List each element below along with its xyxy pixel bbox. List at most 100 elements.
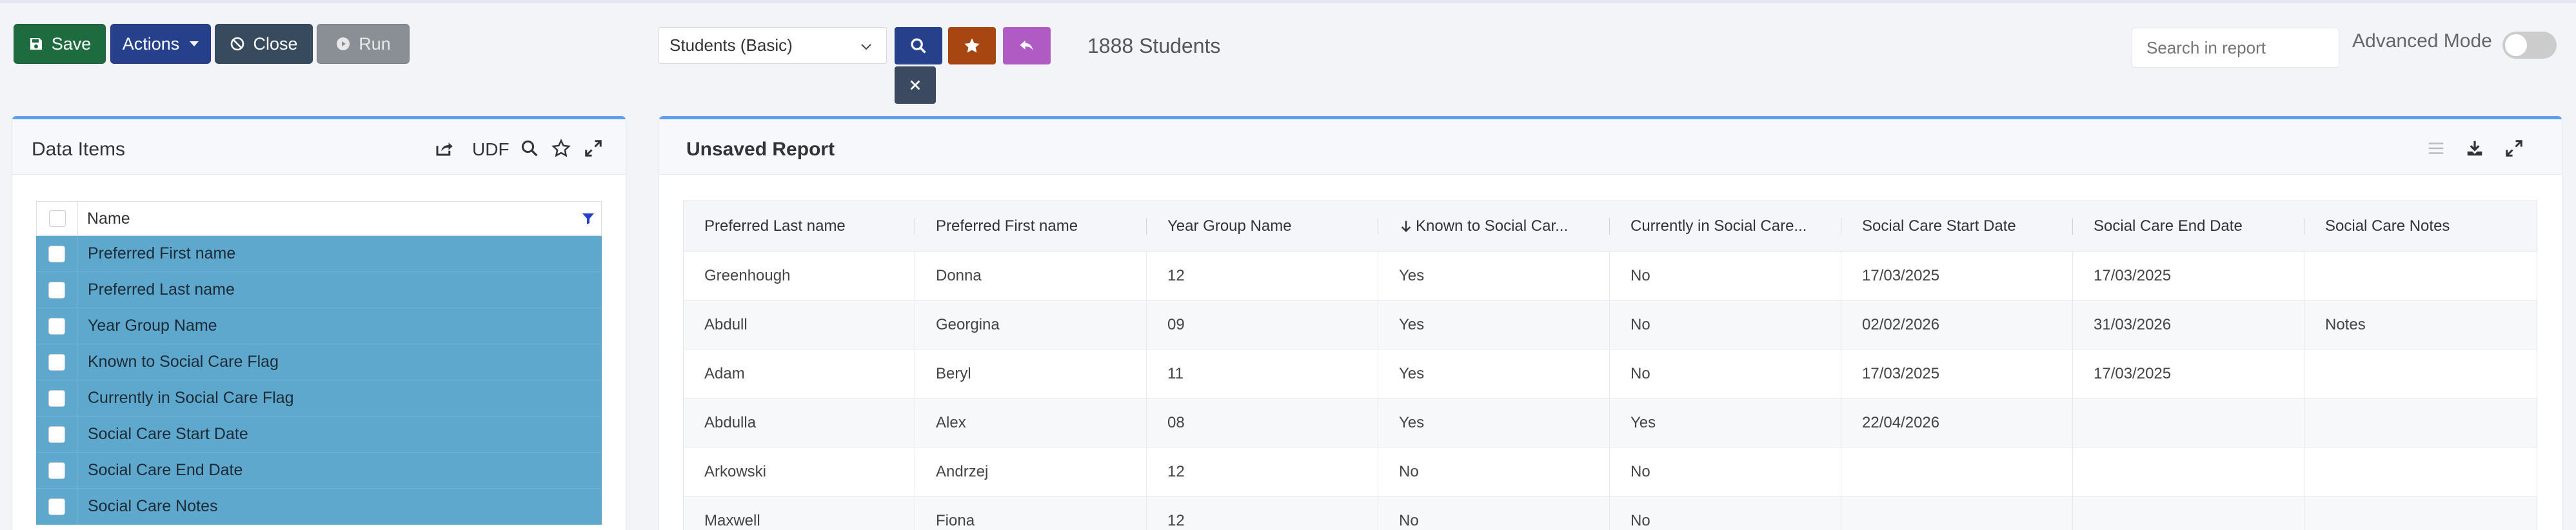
column-header[interactable]: Preferred First name (915, 201, 1147, 251)
column-header-label: Preferred First name (936, 217, 1078, 235)
table-body: Greenhough Donna 12 Yes No 17/03/2025 17/03/20… (684, 251, 2537, 530)
advanced-mode-toggle[interactable] (2502, 32, 2557, 59)
list-item[interactable]: Currently in Social Care Flag (36, 380, 602, 417)
column-header-sorted[interactable]: Known to Social Car... (1378, 201, 1610, 251)
select-all-checkbox[interactable] (48, 210, 66, 227)
list-item[interactable]: Preferred Last name (36, 272, 602, 308)
report-type-select[interactable]: Students (Basic) (659, 27, 887, 64)
caret-down-icon (190, 41, 199, 46)
list-item[interactable]: Known to Social Care Flag (36, 344, 602, 380)
close-label: Close (253, 34, 298, 54)
column-header[interactable]: Preferred Last name (684, 201, 915, 251)
table-row[interactable]: Arkowski Andrzej 12 No No (684, 447, 2537, 496)
list-item-label: Social Care Notes (88, 497, 218, 515)
table-cell: 22/04/2026 (1841, 398, 2073, 447)
item-checkbox[interactable] (48, 462, 65, 479)
favourite-button[interactable] (948, 27, 996, 64)
list-item-label: Social Care Start Date (88, 425, 248, 443)
report-title: Unsaved Report (686, 139, 835, 160)
udf-button[interactable]: UDF (472, 139, 510, 160)
report-header: Unsaved Report (659, 119, 2562, 175)
table-cell: No (1378, 447, 1610, 496)
download-icon[interactable] (2465, 139, 2484, 158)
table-cell: No (1378, 496, 1610, 530)
arrow-down-icon (1401, 221, 1411, 232)
table-cell: Notes (2325, 315, 2366, 333)
save-button[interactable]: Save (14, 24, 106, 64)
list-item[interactable]: Social Care End Date (36, 453, 602, 489)
table-cell: Andrzej (915, 447, 1147, 496)
table-cell: Georgina (915, 300, 1147, 349)
table-cell (2304, 447, 2536, 496)
chevron-down-icon (861, 44, 871, 50)
list-item[interactable]: Year Group Name (36, 308, 602, 344)
search-icon (911, 38, 926, 54)
export-icon[interactable] (434, 139, 453, 158)
data-items-list: Name Preferred First name Preferred Last… (36, 201, 602, 525)
table-cell (2073, 447, 2304, 496)
table-row[interactable]: Maxwell Fiona 12 No No (684, 496, 2537, 530)
report-search-input[interactable] (2132, 28, 2339, 68)
table-row[interactable]: Abdulla Alex 08 Yes Yes 22/04/2026 (684, 398, 2537, 447)
list-item-label: Known to Social Care Flag (88, 353, 279, 371)
close-icon (910, 80, 920, 90)
table-cell: Fiona (915, 496, 1147, 530)
table-row[interactable]: Greenhough Donna 12 Yes No 17/03/2025 17/03/20… (684, 251, 2537, 300)
item-checkbox[interactable] (48, 245, 65, 262)
item-checkbox[interactable] (48, 353, 65, 371)
column-header-label: Social Care Notes (2325, 217, 2450, 235)
table-cell: No (1610, 251, 1841, 300)
table-cell (2304, 496, 2536, 530)
column-header[interactable]: Year Group Name (1147, 201, 1378, 251)
table-cell: No (1610, 496, 1841, 530)
list-item-label: Social Care End Date (88, 461, 243, 479)
student-count: 1888 Students (1087, 34, 1221, 57)
table-cell: 09 (1147, 300, 1378, 349)
list-item-label: Year Group Name (88, 317, 217, 335)
reply-button[interactable] (1003, 27, 1051, 64)
close-button[interactable]: Close (215, 24, 313, 64)
column-header-label: Known to Social Car... (1416, 217, 1569, 235)
data-items-title: Data Items (32, 139, 126, 160)
list-item[interactable]: Social Care Notes (36, 489, 602, 525)
actions-button[interactable]: Actions (110, 24, 211, 64)
actions-label: Actions (122, 34, 180, 54)
item-checkbox[interactable] (48, 498, 65, 515)
filter-icon[interactable] (580, 211, 596, 226)
column-header[interactable]: Currently in Social Care... (1610, 201, 1841, 251)
search-button[interactable] (895, 27, 942, 64)
item-checkbox[interactable] (48, 317, 65, 335)
report-table: Preferred Last name Preferred First name… (683, 201, 2537, 530)
clear-button[interactable] (895, 66, 936, 104)
table-cell (1841, 447, 2073, 496)
table-cell: 17/03/2025 (1841, 251, 2073, 300)
column-header-label: Year Group Name (1167, 217, 1292, 235)
table-row[interactable]: Adam Beryl 11 Yes No 17/03/2025 17/03/2025 (684, 349, 2537, 398)
save-icon (30, 38, 42, 50)
run-button[interactable]: Run (317, 24, 410, 64)
list-item[interactable]: Social Care Start Date (36, 417, 602, 453)
ban-icon (231, 37, 244, 51)
column-header[interactable]: Social Care Notes (2304, 201, 2536, 251)
item-checkbox[interactable] (48, 426, 65, 443)
table-cell (2073, 398, 2304, 447)
column-header-label: Social Care Start Date (1862, 217, 2016, 235)
column-header-label: Currently in Social Care... (1630, 217, 1807, 235)
expand-icon[interactable] (584, 139, 603, 158)
item-checkbox[interactable] (48, 389, 65, 407)
table-cell: Greenhough (684, 251, 915, 300)
table-cell (2304, 251, 2536, 300)
item-checkbox[interactable] (48, 281, 65, 299)
table-cell: 12 (1147, 496, 1378, 530)
list-item[interactable]: Preferred First name (36, 236, 602, 272)
column-header[interactable]: Social Care Start Date (1841, 201, 2073, 251)
column-header[interactable]: Social Care End Date (2073, 201, 2304, 251)
star-outline-icon[interactable] (551, 139, 571, 158)
menu-icon[interactable] (2426, 139, 2446, 158)
table-cell: Abdulla (684, 398, 915, 447)
table-header: Preferred Last name Preferred First name… (684, 201, 2537, 251)
table-cell: Beryl (915, 349, 1147, 398)
search-icon[interactable] (520, 139, 539, 158)
expand-icon[interactable] (2504, 139, 2524, 158)
table-row[interactable]: Abdull Georgina 09 Yes No 02/02/2026 31/03/202… (684, 300, 2537, 349)
